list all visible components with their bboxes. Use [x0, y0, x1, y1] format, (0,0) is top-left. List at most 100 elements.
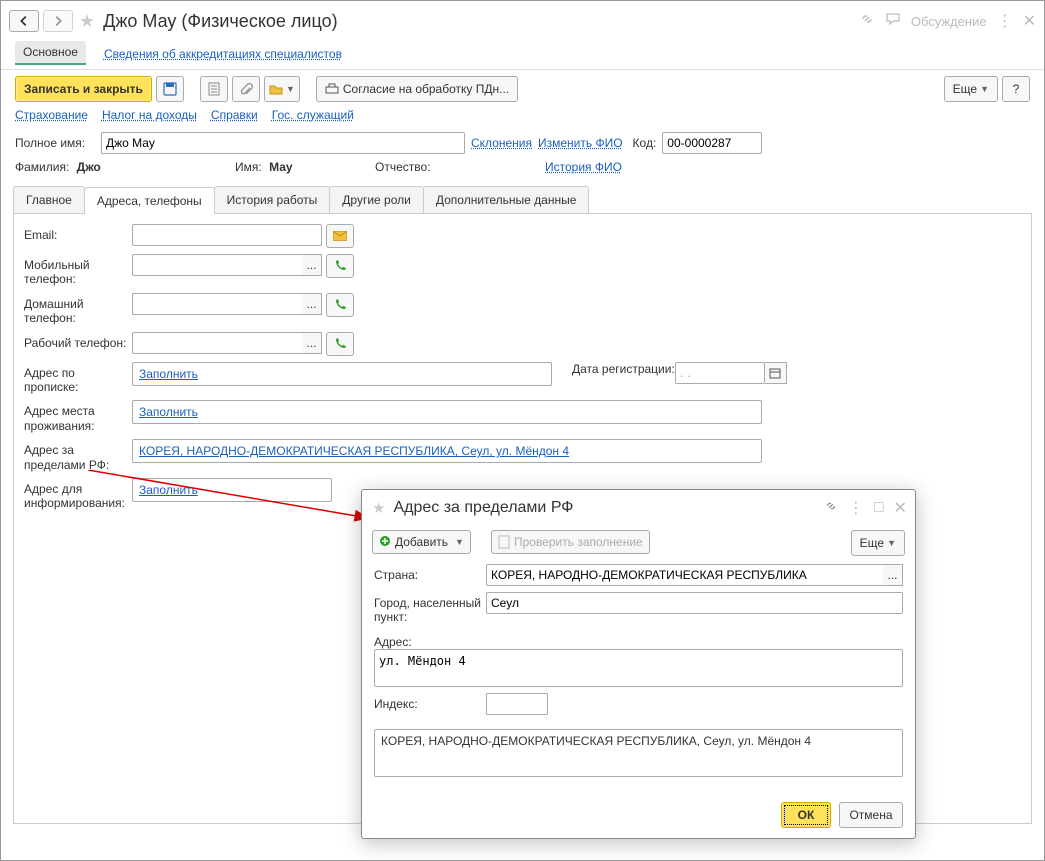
save-close-button[interactable]: Записать и закрыть — [15, 76, 152, 102]
nav-forward-button[interactable] — [43, 10, 73, 32]
surname-value: Джо — [77, 160, 101, 174]
country-label: Страна: — [374, 564, 486, 582]
save-button[interactable] — [156, 76, 184, 102]
country-input[interactable] — [486, 564, 883, 586]
index-label: Индекс: — [374, 693, 486, 711]
ok-button[interactable]: ОК — [781, 802, 831, 828]
foreign-address-dialog: ★ Адрес за пределами РФ ⋮ □ ✕ Добавить ▼… — [361, 489, 916, 839]
email-label: Email: — [24, 224, 132, 242]
link-refs[interactable]: Справки — [211, 108, 258, 122]
live-addr-input[interactable]: Заполнить — [132, 400, 762, 424]
name-label: Имя: — [235, 160, 262, 174]
work-call-button[interactable] — [326, 332, 354, 356]
addr-textarea[interactable] — [374, 649, 903, 687]
more-label: Еще — [953, 82, 977, 96]
discuss-label[interactable]: Обсуждение — [911, 14, 987, 29]
dialog-link-icon[interactable] — [824, 499, 838, 518]
home-phone-lookup-button[interactable]: ... — [302, 293, 322, 315]
nav-back-button[interactable] — [9, 10, 39, 32]
attach-button[interactable] — [232, 76, 260, 102]
mobile-input[interactable] — [132, 254, 302, 276]
work-phone-label: Рабочий телефон: — [24, 332, 132, 350]
plus-icon — [379, 535, 391, 550]
info-addr-fill-link[interactable]: Заполнить — [139, 483, 198, 497]
info-addr-input[interactable]: Заполнить — [132, 478, 332, 502]
email-input[interactable] — [132, 224, 322, 246]
link-gov[interactable]: Гос. служащий — [272, 108, 354, 122]
chevron-down-icon: ▼ — [455, 537, 464, 547]
consent-label: Согласие на обработку ПДн... — [343, 82, 509, 96]
favorite-star-icon[interactable]: ★ — [79, 11, 95, 32]
tab-addresses[interactable]: Адреса, телефоны — [84, 187, 215, 214]
fullname-input[interactable] — [101, 132, 465, 154]
link-icon[interactable] — [859, 11, 875, 32]
code-input[interactable] — [662, 132, 762, 154]
name-value: Мау — [269, 160, 293, 174]
dialog-add-button[interactable]: Добавить ▼ — [372, 530, 471, 554]
tab-extra-data[interactable]: Дополнительные данные — [423, 186, 590, 213]
document-button[interactable] — [200, 76, 228, 102]
surname-label: Фамилия: — [15, 160, 69, 174]
code-label: Код: — [633, 136, 657, 150]
address-summary[interactable]: КОРЕЯ, НАРОДНО-ДЕМОКРАТИЧЕСКАЯ РЕСПУБЛИК… — [374, 729, 903, 777]
dialog-check-label: Проверить заполнение — [514, 535, 643, 549]
link-change-fio[interactable]: Изменить ФИО — [538, 136, 623, 150]
reg-addr-input[interactable]: Заполнить — [132, 362, 552, 386]
foreign-addr-input[interactable]: КОРЕЯ, НАРОДНО-ДЕМОКРАТИЧЕСКАЯ РЕСПУБЛИК… — [132, 439, 762, 463]
page-title: Джо Мау (Физическое лицо) — [103, 11, 337, 32]
dialog-kebab-icon[interactable]: ⋮ — [848, 498, 864, 518]
mobile-call-button[interactable] — [326, 254, 354, 278]
reg-date-label: Дата регистрации: — [572, 362, 675, 376]
consent-button[interactable]: Согласие на обработку ПДн... — [316, 76, 518, 102]
country-lookup-button[interactable]: ... — [883, 564, 903, 586]
send-email-button[interactable] — [326, 224, 354, 248]
mobile-lookup-button[interactable]: ... — [302, 254, 322, 276]
dialog-close-icon[interactable]: ✕ — [894, 498, 907, 518]
reg-date-input[interactable] — [675, 362, 765, 384]
work-phone-input[interactable] — [132, 332, 302, 354]
live-addr-fill-link[interactable]: Заполнить — [139, 405, 198, 419]
reg-addr-label: Адрес по прописке: — [24, 362, 132, 395]
link-insurance[interactable]: Страхование — [15, 108, 88, 122]
foreign-addr-label: Адрес за пределами РФ: — [24, 439, 132, 472]
tab-other-roles[interactable]: Другие роли — [329, 186, 424, 213]
dialog-check-button[interactable]: Проверить заполнение — [491, 530, 650, 554]
home-phone-label: Домашний телефон: — [24, 293, 132, 326]
live-addr-label: Адрес места проживания: — [24, 400, 132, 433]
fullname-label: Полное имя: — [15, 136, 95, 150]
tab-main[interactable]: Главное — [13, 186, 85, 213]
link-tax[interactable]: Налог на доходы — [102, 108, 197, 122]
home-phone-input[interactable] — [132, 293, 302, 315]
chevron-down-icon: ▼ — [286, 84, 295, 94]
dialog-title: Адрес за пределами РФ — [393, 499, 573, 517]
close-icon[interactable]: ✕ — [1023, 11, 1036, 31]
link-fio-history[interactable]: История ФИО — [545, 160, 622, 174]
link-declensions[interactable]: Склонения — [471, 136, 532, 150]
cancel-button[interactable]: Отмена — [839, 802, 903, 828]
city-input[interactable] — [486, 592, 903, 614]
nav-tab-main[interactable]: Основное — [15, 41, 86, 65]
folder-dropdown-button[interactable]: ▼ — [264, 76, 300, 102]
tab-work-history[interactable]: История работы — [214, 186, 331, 213]
dialog-more-label: Еще — [860, 536, 884, 550]
kebab-icon[interactable]: ⋮ — [997, 11, 1013, 31]
dialog-star-icon[interactable]: ★ — [372, 499, 385, 517]
nav-tab-accreditation[interactable]: Сведения об аккредитациях специалистов — [104, 43, 342, 65]
city-label: Город, населенный пункт: — [374, 592, 486, 625]
reg-addr-fill-link[interactable]: Заполнить — [139, 367, 198, 381]
info-addr-label: Адрес для информирования: — [24, 478, 132, 511]
work-phone-lookup-button[interactable]: ... — [302, 332, 322, 354]
dialog-maximize-icon[interactable]: □ — [874, 499, 884, 517]
dialog-more-button[interactable]: Еще ▼ — [851, 530, 905, 556]
foreign-addr-value-link[interactable]: КОРЕЯ, НАРОДНО-ДЕМОКРАТИЧЕСКАЯ РЕСПУБЛИК… — [139, 444, 569, 458]
discuss-icon[interactable] — [885, 11, 901, 32]
chevron-down-icon: ▼ — [887, 538, 896, 548]
help-button[interactable]: ? — [1002, 76, 1030, 102]
patronymic-label: Отчество: — [375, 160, 431, 174]
calendar-button[interactable] — [765, 362, 787, 384]
more-button[interactable]: Еще ▼ — [944, 76, 998, 102]
mobile-label: Мобильный телефон: — [24, 254, 132, 287]
index-input[interactable] — [486, 693, 548, 715]
home-call-button[interactable] — [326, 293, 354, 317]
dialog-add-label: Добавить — [395, 535, 448, 549]
